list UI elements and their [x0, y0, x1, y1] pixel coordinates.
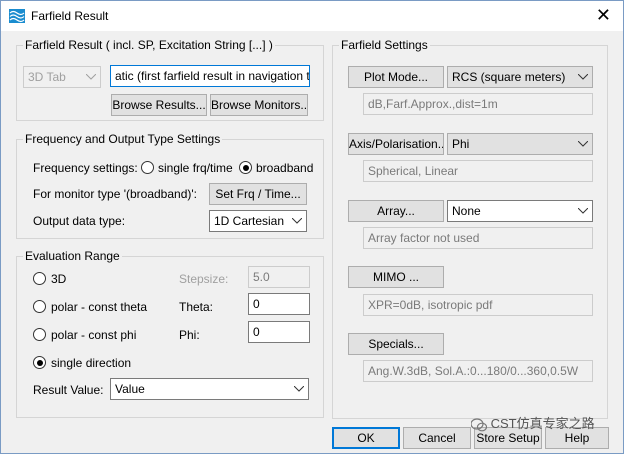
theta-field[interactable]: 0 — [248, 293, 310, 315]
chevron-down-icon — [86, 67, 96, 87]
plot-mode-select[interactable]: RCS (square meters) — [447, 66, 593, 88]
specials-button[interactable]: Specials... — [348, 333, 444, 355]
chevron-down-icon — [578, 134, 588, 154]
mimo-info: XPR=0dB, isotropic pdf — [363, 294, 593, 316]
range-3d-label[interactable]: 3D — [51, 272, 66, 286]
specials-info-text: Ang.W.3dB, Sol.A.:0...180/0...360,0.5W — [368, 364, 579, 378]
evaluation-range-legend: Evaluation Range — [23, 249, 122, 263]
stepsize-label: Stepsize: — [179, 272, 229, 286]
array-button[interactable]: Array... — [348, 200, 444, 222]
watermark: CST仿真专家之路 — [470, 413, 595, 432]
array-info: Array factor not used — [363, 227, 593, 249]
farfield-result-dialog: Farfield Result ✕ Farfield Result ( incl… — [0, 0, 624, 454]
set-frq-time-button[interactable]: Set Frq / Time... — [209, 183, 307, 205]
ok-button[interactable]: OK — [332, 427, 400, 449]
axis-info: Spherical, Linear — [363, 160, 593, 182]
output-data-type-label: Output data type: — [33, 214, 126, 228]
axis-polarisation-select[interactable]: Phi — [447, 133, 593, 155]
polar-const-theta-radio[interactable] — [33, 300, 46, 313]
monitor-type-label: For monitor type '(broadband)': — [33, 187, 197, 201]
array-info-text: Array factor not used — [368, 231, 480, 245]
polar-const-phi-label[interactable]: polar - const phi — [51, 328, 136, 342]
result-value-select[interactable]: Value — [110, 378, 309, 400]
watermark-text: CST仿真专家之路 — [490, 416, 595, 431]
specials-info: Ang.W.3dB, Sol.A.:0...180/0...360,0.5W — [363, 360, 593, 382]
axis-polarisation-value: Phi — [452, 137, 470, 151]
close-icon[interactable]: ✕ — [596, 5, 611, 25]
chevron-down-icon — [578, 201, 588, 221]
plot-mode-value: RCS (square meters) — [452, 70, 566, 84]
array-value: None — [452, 204, 481, 218]
window-title: Farfield Result — [31, 9, 109, 23]
frequency-settings-label: Frequency settings: — [33, 161, 138, 175]
browse-monitors-button[interactable]: Browse Monitors... — [210, 94, 308, 116]
stepsize-field: 5.0 — [248, 266, 310, 288]
tab-combo: 3D Tab — [23, 66, 101, 88]
stepsize-value: 5.0 — [253, 270, 270, 284]
plot-mode-info: dB,Farf.Approx.,dist=1m — [363, 93, 593, 115]
polar-const-theta-label[interactable]: polar - const theta — [51, 300, 147, 314]
farfield-app-icon — [9, 9, 25, 23]
theta-value: 0 — [253, 297, 260, 311]
phi-label: Phi: — [179, 328, 200, 342]
output-data-type-select[interactable]: 1D Cartesian — [209, 210, 307, 232]
cancel-button[interactable]: Cancel — [403, 427, 471, 449]
tab-combo-value: 3D Tab — [28, 70, 66, 84]
frequency-output-legend: Frequency and Output Type Settings — [23, 132, 223, 146]
phi-field[interactable]: 0 — [248, 321, 310, 343]
mimo-button[interactable]: MIMO ... — [348, 266, 444, 288]
array-select[interactable]: None — [447, 200, 593, 222]
output-data-type-value: 1D Cartesian — [214, 214, 285, 228]
farfield-result-field[interactable]: atic (first farfield result in navigatio… — [110, 65, 310, 87]
result-value-value: Value — [115, 382, 145, 396]
chevron-down-icon — [294, 379, 304, 399]
axis-info-text: Spherical, Linear — [368, 164, 459, 178]
mimo-info-text: XPR=0dB, isotropic pdf — [368, 298, 493, 312]
result-value-label: Result Value: — [33, 383, 104, 397]
farfield-settings-legend: Farfield Settings — [339, 38, 430, 52]
theta-label: Theta: — [179, 300, 214, 314]
phi-value: 0 — [253, 325, 260, 339]
title-bar: Farfield Result ✕ — [1, 1, 623, 31]
browse-results-button[interactable]: Browse Results... — [111, 94, 207, 116]
broadband-radio[interactable] — [239, 161, 252, 174]
axis-polarisation-button[interactable]: Axis/Polarisation... — [348, 133, 444, 155]
plot-mode-button[interactable]: Plot Mode... — [348, 66, 444, 88]
farfield-result-value: atic (first farfield result in navigatio… — [115, 69, 310, 83]
single-frq-radio[interactable] — [141, 161, 154, 174]
wechat-icon — [470, 417, 488, 431]
range-3d-radio[interactable] — [33, 272, 46, 285]
chevron-down-icon — [578, 67, 588, 87]
single-frq-label[interactable]: single frq/time — [158, 161, 233, 175]
single-direction-radio[interactable] — [33, 356, 46, 369]
plot-mode-info-text: dB,Farf.Approx.,dist=1m — [368, 97, 498, 111]
single-direction-label[interactable]: single direction — [51, 356, 131, 370]
broadband-label[interactable]: broadband — [256, 161, 313, 175]
farfield-result-legend: Farfield Result ( incl. SP, Excitation S… — [23, 38, 275, 52]
chevron-down-icon — [292, 211, 302, 231]
polar-const-phi-radio[interactable] — [33, 328, 46, 341]
